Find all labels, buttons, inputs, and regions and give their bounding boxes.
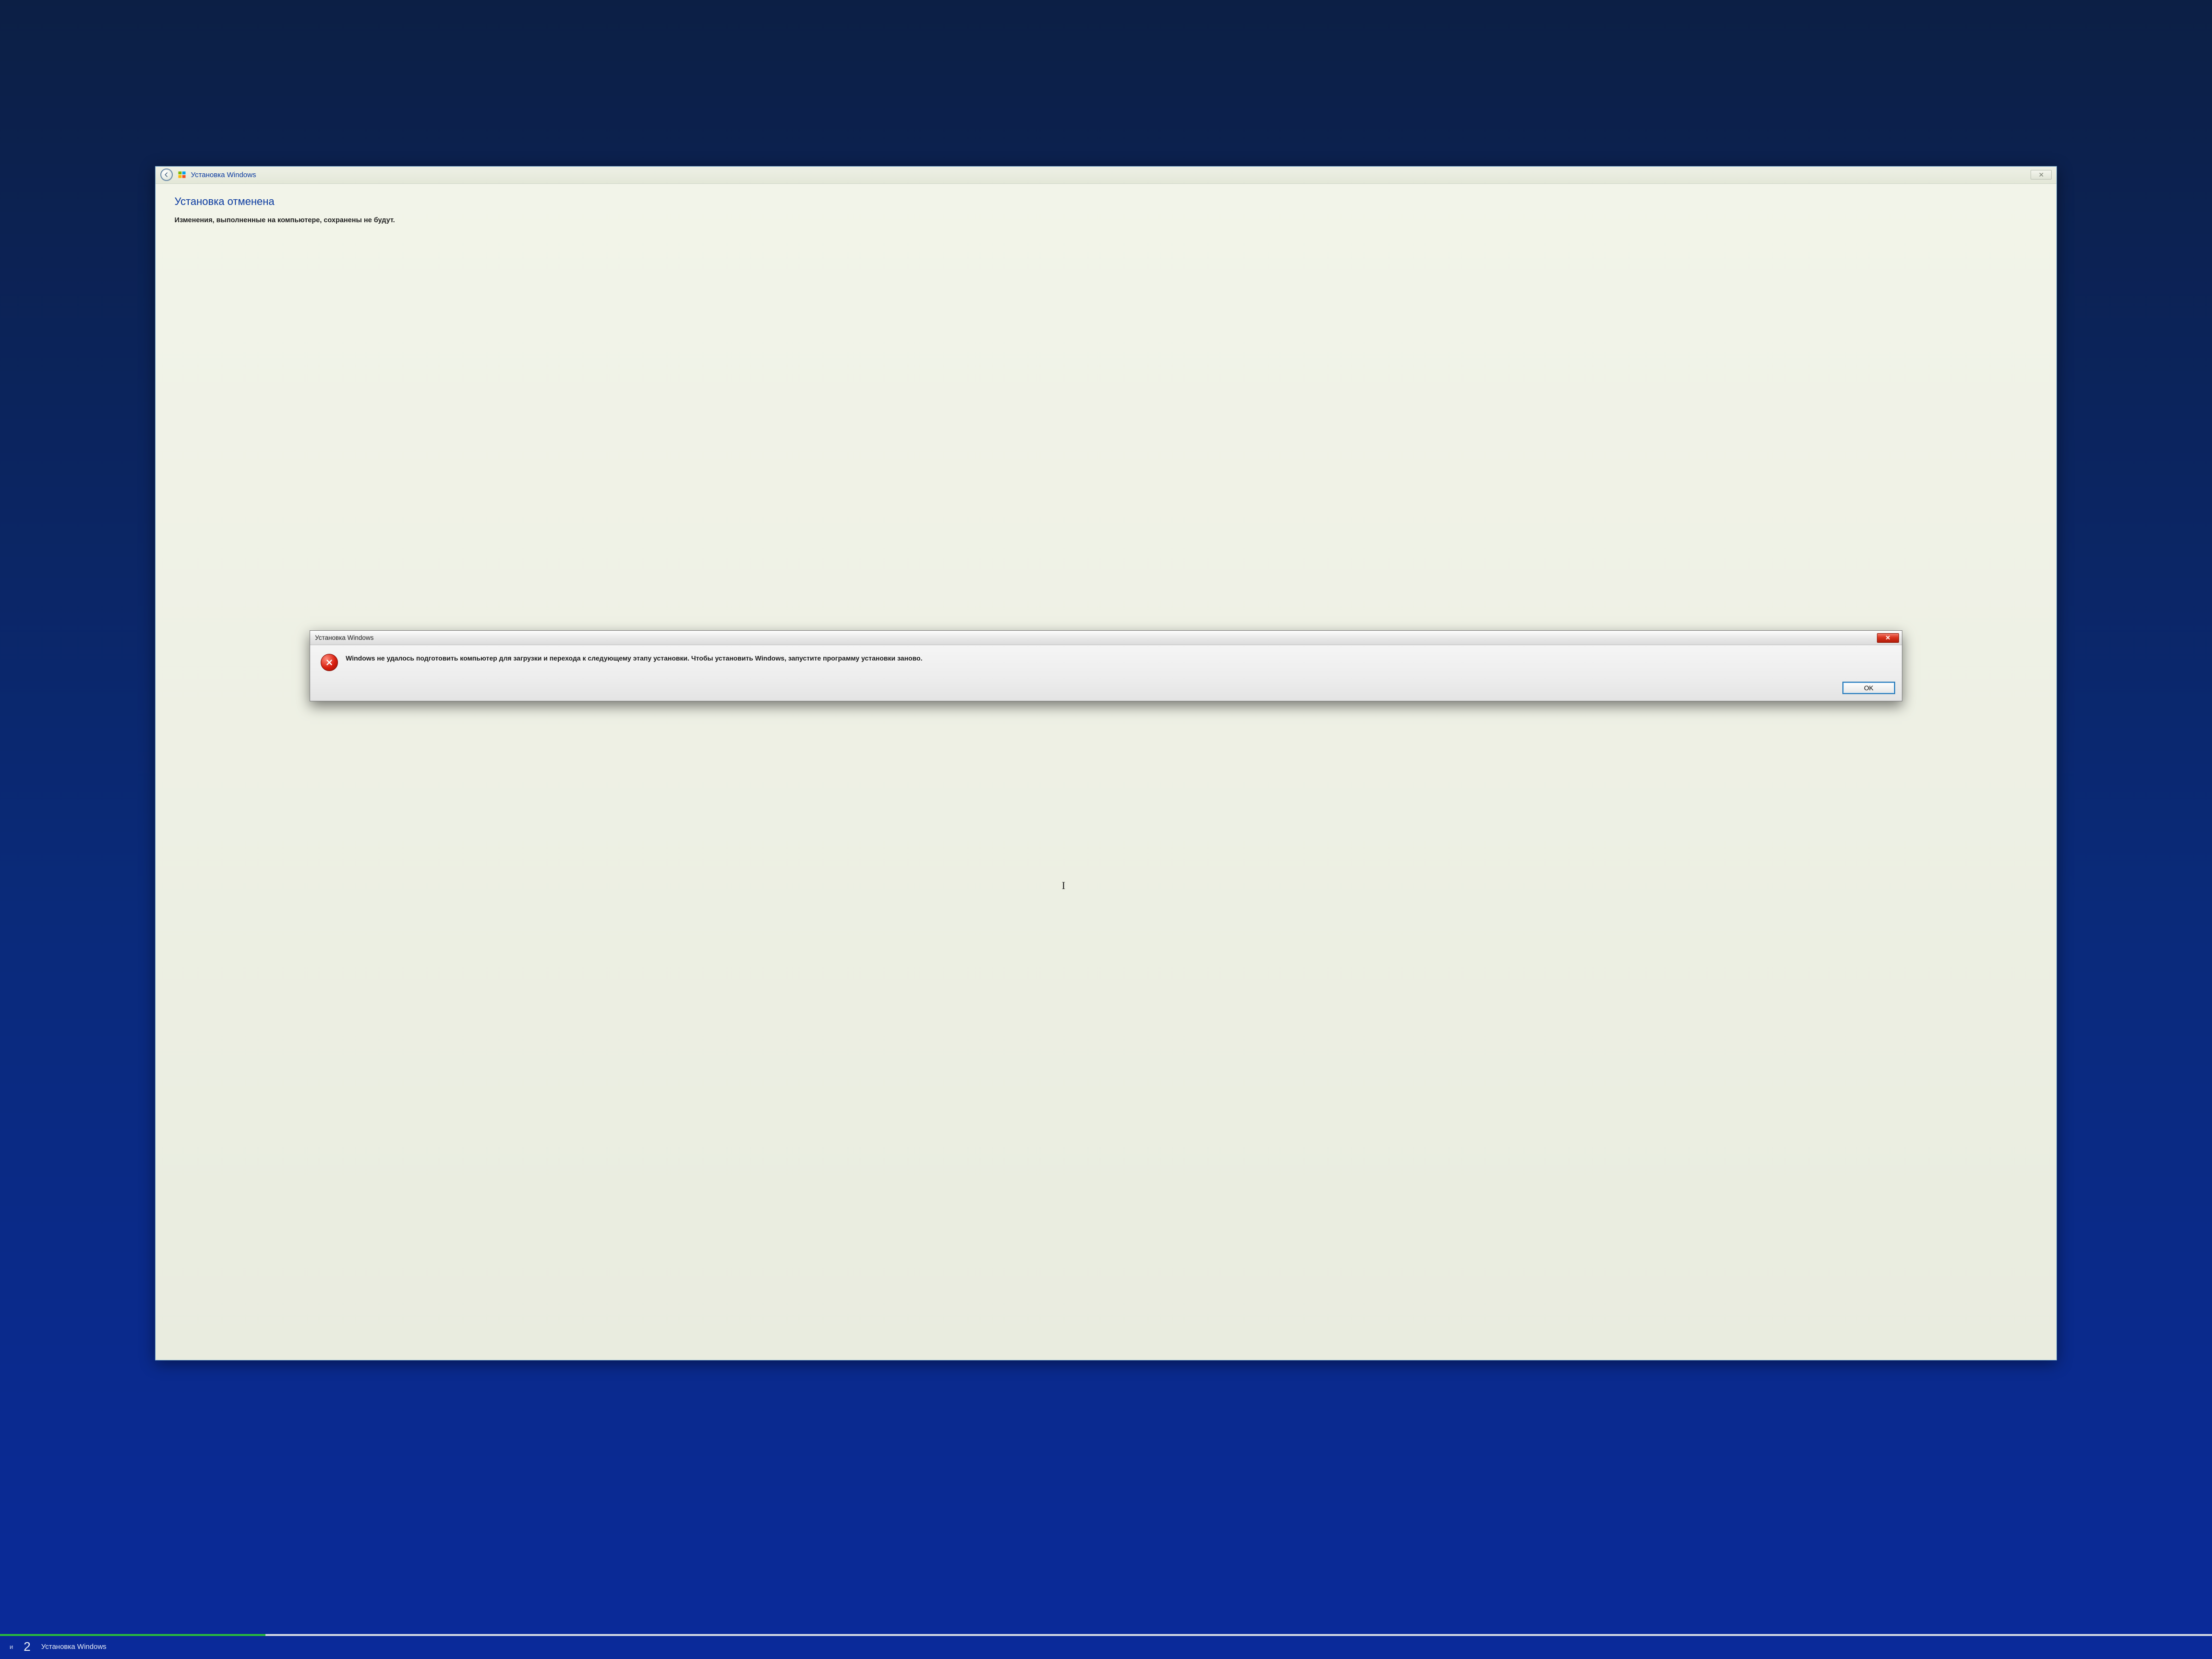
windows-flag-icon [178, 170, 186, 179]
setup-close-button[interactable]: ✕ [2031, 170, 2052, 180]
setup-titlebar: Установка Windows ✕ [156, 167, 2057, 184]
error-dialog-titlebar: Установка Windows ✕ [310, 631, 1902, 645]
ok-button[interactable]: OK [1842, 682, 1895, 694]
arrow-left-icon [163, 171, 170, 178]
setup-subtext: Изменения, выполненные на компьютере, со… [175, 216, 2038, 224]
setup-window-title: Установка Windows [191, 171, 256, 179]
error-dialog-close-button[interactable]: ✕ [1877, 633, 1899, 643]
taskbar-step-number: 2 [24, 1639, 30, 1654]
setup-window: Установка Windows ✕ Установка отменена И… [155, 166, 2057, 1360]
taskbar-title: Установка Windows [41, 1643, 107, 1651]
setup-body: Установка отменена Изменения, выполненны… [156, 184, 2057, 236]
error-dialog-body: Windows не удалось подготовить компьютер… [310, 645, 1902, 678]
close-icon: ✕ [2039, 171, 2044, 179]
setup-heading: Установка отменена [175, 195, 2038, 208]
error-dialog-message: Windows не удалось подготовить компьютер… [346, 654, 922, 671]
error-dialog-footer: OK [310, 678, 1902, 701]
error-dialog: Установка Windows ✕ Windows не удалось п… [310, 630, 1902, 701]
taskbar: и 2 Установка Windows [0, 1636, 2212, 1659]
desktop-background: Установка Windows ✕ Установка отменена И… [0, 0, 2212, 1659]
back-button[interactable] [160, 168, 173, 181]
taskbar-left-fragment: и [10, 1643, 13, 1650]
close-icon: ✕ [1885, 634, 1890, 642]
error-dialog-title: Установка Windows [315, 634, 373, 641]
error-icon [321, 654, 338, 671]
